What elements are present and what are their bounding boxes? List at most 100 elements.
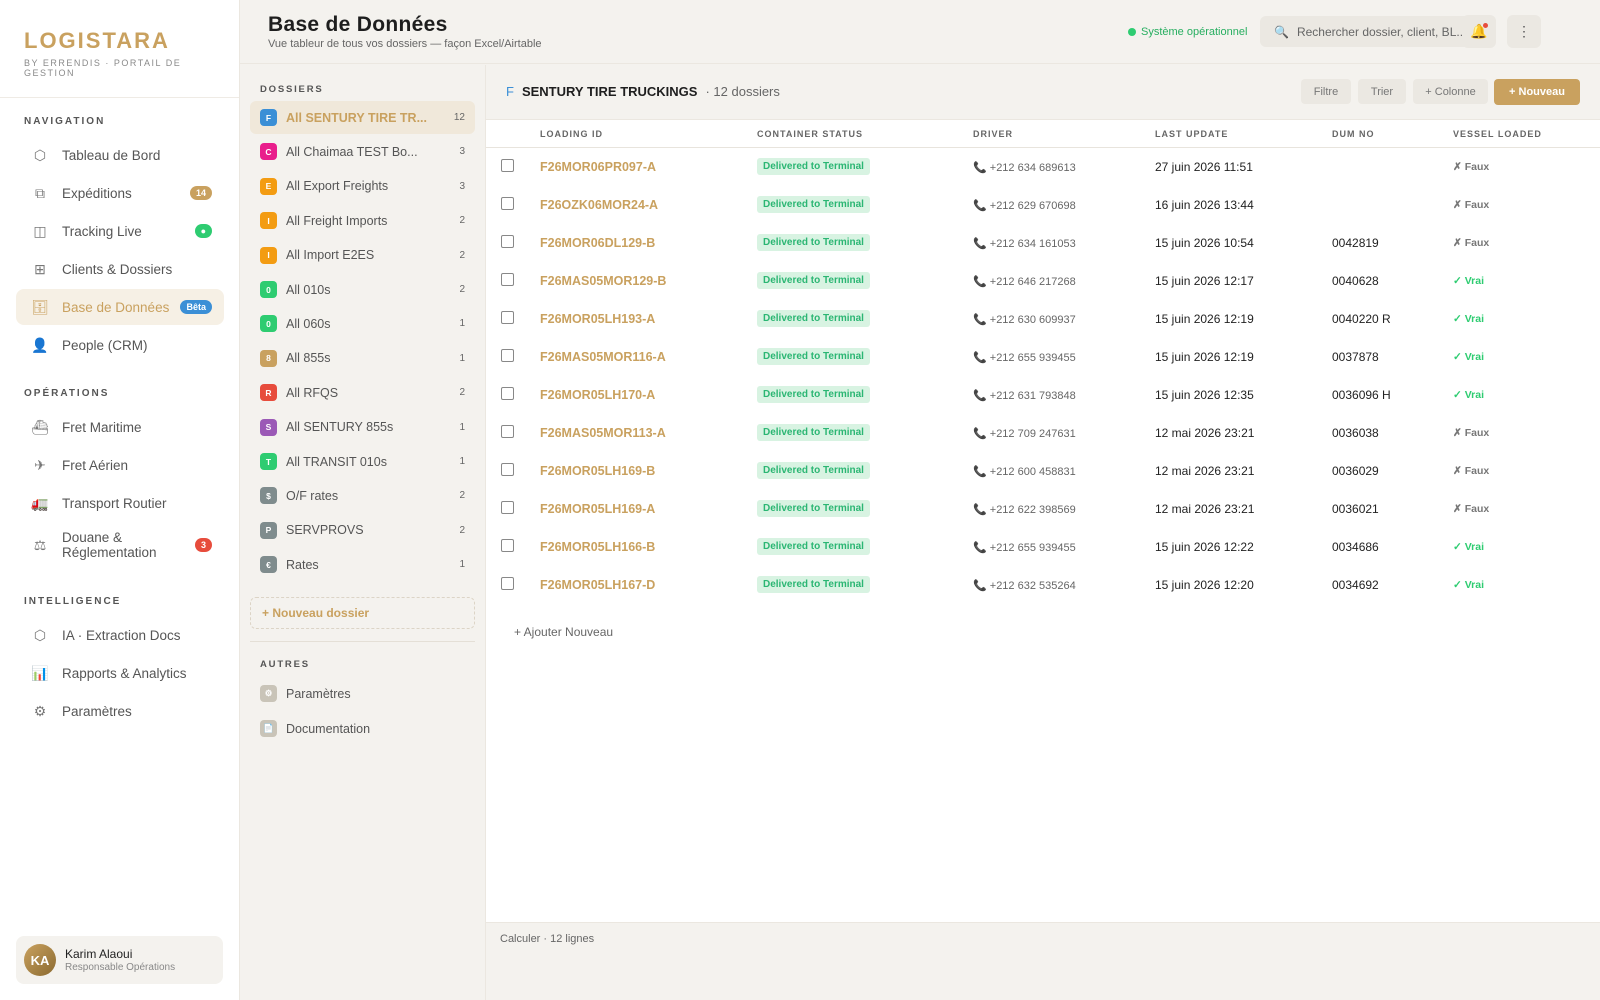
col-driver[interactable]: DRIVER: [973, 129, 1013, 139]
sidebar-item-label: Tracking Live: [62, 223, 142, 239]
sidebar-item-transport-routier[interactable]: 🚛 Transport Routier: [16, 485, 224, 521]
brand-logo[interactable]: LOGISTARA: [24, 28, 215, 54]
folder-item[interactable]: F All SENTURY TIRE TR... 12: [250, 101, 475, 134]
sidebar-item-rapports-analytics[interactable]: 📊 Rapports & Analytics: [16, 655, 224, 691]
loading-id-link[interactable]: F26MAS05MOR129-B: [540, 274, 666, 288]
row-checkbox[interactable]: [501, 387, 514, 400]
folder-item[interactable]: E All Export Freights 3: [250, 170, 475, 203]
folder-badge-icon: F: [260, 109, 277, 126]
notifications-button[interactable]: 🔔: [1462, 15, 1496, 48]
row-checkbox[interactable]: [501, 463, 514, 476]
table-row[interactable]: F26MAS05MOR129-B Delivered to Terminal 📞 +…: [486, 262, 1600, 300]
folder-item[interactable]: 8 All 855s 1: [250, 342, 475, 375]
nav-title-operations: OPÉRATIONS: [24, 388, 110, 399]
folder-item[interactable]: C All Chaimaa TEST Bo... 3: [250, 135, 475, 168]
folder-item[interactable]: $ O/F rates 2: [250, 479, 475, 512]
folder-item[interactable]: P SERVPROVS 2: [250, 514, 475, 547]
more-menu-button[interactable]: ⋮: [1507, 15, 1541, 48]
table-row[interactable]: F26MOR05LH167-D Delivered to Terminal 📞 +2…: [486, 566, 1600, 604]
row-checkbox[interactable]: [501, 577, 514, 590]
sidebar-item-ia-extraction-docs[interactable]: ⬡ IA · Extraction Docs: [16, 617, 224, 653]
sidebar-item-expeditions[interactable]: ⧉ Expéditions 14: [16, 175, 224, 211]
table-row[interactable]: F26MAS05MOR116-A Delivered to Terminal 📞 +…: [486, 338, 1600, 376]
table-row[interactable]: F26MOR06PR097-A Delivered to Terminal 📞 +2…: [486, 148, 1600, 186]
table-row[interactable]: F26MOR05LH170-A Delivered to Terminal 📞 +2…: [486, 376, 1600, 414]
loading-id-link[interactable]: F26MAS05MOR113-A: [540, 426, 666, 440]
sidebar-item-clients-dossiers[interactable]: ⊞ Clients & Dossiers: [16, 251, 224, 287]
last-update: 15 juin 2026 12:19: [1155, 312, 1254, 326]
user-card[interactable]: KA Karim Alaoui Responsable Opérations: [16, 936, 223, 984]
folder-heading: F SENTURY TIRE TRUCKINGS · 12 dossiers: [506, 84, 780, 99]
search-box[interactable]: 🔍: [1260, 16, 1479, 47]
table-row[interactable]: F26MOR05LH169-A Delivered to Terminal 📞 +2…: [486, 490, 1600, 528]
folder-item[interactable]: 0 All 010s 2: [250, 273, 475, 306]
loading-id-link[interactable]: F26MOR05LH166-B: [540, 540, 655, 554]
row-checkbox[interactable]: [501, 197, 514, 210]
loading-id-link[interactable]: F26MOR05LH193-A: [540, 312, 655, 326]
loading-id-link[interactable]: F26MOR05LH169-A: [540, 502, 655, 516]
search-input[interactable]: [1296, 24, 1467, 39]
loading-id-link[interactable]: F26MOR05LH167-D: [540, 578, 655, 592]
row-checkbox[interactable]: [501, 349, 514, 362]
folder-item[interactable]: S All SENTURY 855s 1: [250, 411, 475, 444]
row-checkbox[interactable]: [501, 539, 514, 552]
table-row[interactable]: F26MOR05LH166-B Delivered to Terminal 📞 +2…: [486, 528, 1600, 566]
row-checkbox[interactable]: [501, 425, 514, 438]
status-dot-icon: [1128, 28, 1136, 36]
new-record-button[interactable]: + Nouveau: [1494, 79, 1580, 105]
driver-phone: 📞 +212 632 535264: [973, 579, 1076, 592]
new-folder-button[interactable]: + Nouveau dossier: [250, 597, 475, 629]
loading-id-link[interactable]: F26OZK06MOR24-A: [540, 198, 658, 212]
folder-item[interactable]: I All Freight Imports 2: [250, 204, 475, 237]
sidebar-item-fret-maritime[interactable]: ⛴ Fret Maritime: [16, 409, 224, 445]
sidebar-item-people-crm[interactable]: 👤 People (CRM): [16, 327, 224, 363]
table-row[interactable]: F26MOR05LH169-B Delivered to Terminal 📞 +2…: [486, 452, 1600, 490]
sidebar-item-tableau-de-bord[interactable]: ⬡ Tableau de Bord: [16, 137, 224, 173]
loading-id-link[interactable]: F26MOR05LH170-A: [540, 388, 655, 402]
other-item-parametres[interactable]: ⚙ Paramètres: [250, 677, 475, 710]
add-column-button[interactable]: + Colonne: [1413, 79, 1488, 104]
col-container-status[interactable]: CONTAINER STATUS: [757, 129, 863, 139]
folder-item[interactable]: I All Import E2ES 2: [250, 239, 475, 272]
sidebar-item-parametres[interactable]: ⚙ Paramètres: [16, 693, 224, 729]
dum-number: 0036038: [1332, 426, 1379, 440]
add-row-button[interactable]: + Ajouter Nouveau: [514, 625, 613, 639]
sidebar-item-label: Douane & Réglementation: [62, 530, 157, 560]
sidebar-item-label: Transport Routier: [62, 495, 167, 511]
sidebar-item-douane-reglementation[interactable]: ⚖ Douane & Réglementation 3: [16, 523, 224, 567]
loading-id-link[interactable]: F26MAS05MOR116-A: [540, 350, 666, 364]
sidebar-item-base-de-donnees[interactable]: 🗄 Base de Données Bêta: [16, 289, 224, 325]
row-checkbox[interactable]: [501, 311, 514, 324]
col-last-update[interactable]: LAST UPDATE: [1155, 129, 1228, 139]
folder-label: O/F rates: [286, 488, 339, 503]
table-row[interactable]: F26MOR06DL129-B Delivered to Terminal 📞 +2…: [486, 224, 1600, 262]
row-checkbox[interactable]: [501, 159, 514, 172]
row-checkbox[interactable]: [501, 501, 514, 514]
col-dum-no[interactable]: DUM NO: [1332, 129, 1375, 139]
sidebar-item-fret-aerien[interactable]: ✈ Fret Aérien: [16, 447, 224, 483]
loading-id-link[interactable]: F26MOR06DL129-B: [540, 236, 655, 250]
col-loading-id[interactable]: LOADING ID: [540, 129, 603, 139]
table-row[interactable]: F26MOR05LH193-A Delivered to Terminal 📞 +2…: [486, 300, 1600, 338]
folder-item[interactable]: € Rates 1: [250, 548, 475, 581]
folder-item[interactable]: 0 All 060s 1: [250, 307, 475, 340]
row-count-summary[interactable]: Calculer · 12 lignes: [500, 933, 594, 945]
row-checkbox[interactable]: [501, 273, 514, 286]
sidebar-item-tracking-live[interactable]: ◫ Tracking Live ●: [16, 213, 224, 249]
filter-button[interactable]: Filtre: [1301, 79, 1351, 104]
row-checkbox[interactable]: [501, 235, 514, 248]
last-update: 15 juin 2026 12:20: [1155, 578, 1254, 592]
loading-id-link[interactable]: F26MOR06PR097-A: [540, 160, 656, 174]
folders-title: DOSSIERS: [260, 84, 324, 95]
driver-phone: 📞 +212 629 670698: [973, 199, 1076, 212]
col-vessel-loaded[interactable]: VESSEL LOADED: [1453, 129, 1542, 139]
vessel-loaded-value: ✓ Vrai: [1453, 541, 1484, 553]
other-item-documentation[interactable]: 📄 Documentation: [250, 712, 475, 745]
folder-item[interactable]: R All RFQS 2: [250, 376, 475, 409]
folder-item[interactable]: T All TRANSIT 010s 1: [250, 445, 475, 478]
table-row[interactable]: F26OZK06MOR24-A Delivered to Terminal 📞 +2…: [486, 186, 1600, 224]
loading-id-link[interactable]: F26MOR05LH169-B: [540, 464, 655, 478]
notification-dot: [1483, 23, 1488, 28]
sort-button[interactable]: Trier: [1358, 79, 1406, 104]
table-row[interactable]: F26MAS05MOR113-A Delivered to Terminal 📞 +…: [486, 414, 1600, 452]
